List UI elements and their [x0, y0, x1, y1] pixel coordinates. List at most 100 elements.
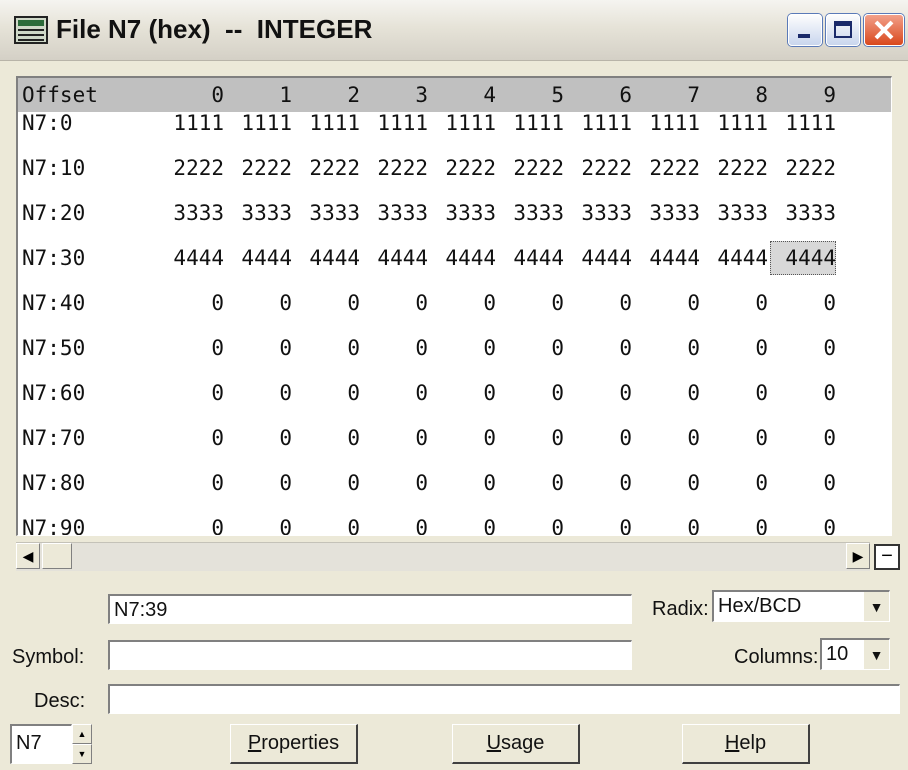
- data-cell[interactable]: 0: [634, 511, 700, 535]
- data-cell[interactable]: 0: [362, 376, 428, 410]
- data-cell[interactable]: 1111: [770, 106, 836, 140]
- data-cell[interactable]: 0: [498, 511, 564, 535]
- data-cell[interactable]: 0: [770, 331, 836, 365]
- data-cell[interactable]: 0: [430, 421, 496, 455]
- data-cell[interactable]: 3333: [498, 196, 564, 230]
- file-number-field[interactable]: N7: [10, 724, 72, 764]
- data-cell[interactable]: 0: [158, 331, 224, 365]
- data-cell[interactable]: 0: [770, 466, 836, 500]
- data-cell[interactable]: 1111: [634, 106, 700, 140]
- data-cell[interactable]: 3333: [566, 196, 632, 230]
- horizontal-scrollbar[interactable]: ◀ ▶: [16, 542, 870, 571]
- data-cell[interactable]: 0: [566, 466, 632, 500]
- data-cell[interactable]: 0: [634, 286, 700, 320]
- data-cell[interactable]: 0: [566, 376, 632, 410]
- data-cell[interactable]: 0: [430, 331, 496, 365]
- data-cell[interactable]: 0: [702, 376, 768, 410]
- data-cell[interactable]: 2222: [158, 151, 224, 185]
- data-cell[interactable]: 3333: [226, 196, 292, 230]
- scroll-thumb[interactable]: [42, 543, 72, 569]
- data-cell[interactable]: 3333: [770, 196, 836, 230]
- radix-select[interactable]: Hex/BCD ▼: [712, 590, 890, 622]
- data-cell[interactable]: 0: [498, 421, 564, 455]
- data-cell[interactable]: 0: [702, 466, 768, 500]
- radix-dropdown-icon[interactable]: ▼: [863, 592, 889, 621]
- data-cell[interactable]: 0: [294, 376, 360, 410]
- data-cell[interactable]: 2222: [294, 151, 360, 185]
- data-cell[interactable]: 0: [702, 421, 768, 455]
- data-cell[interactable]: 0: [294, 421, 360, 455]
- data-cell[interactable]: 0: [634, 466, 700, 500]
- maximize-button[interactable]: [826, 14, 860, 46]
- close-button[interactable]: [864, 14, 904, 46]
- selected-data-cell[interactable]: 4444: [770, 241, 836, 275]
- data-cell[interactable]: 0: [362, 511, 428, 535]
- data-cell[interactable]: 1111: [294, 106, 360, 140]
- data-cell[interactable]: 0: [498, 286, 564, 320]
- data-cell[interactable]: 2222: [430, 151, 496, 185]
- data-cell[interactable]: 2222: [498, 151, 564, 185]
- columns-select[interactable]: 10 ▼: [820, 638, 890, 670]
- data-cell[interactable]: 2222: [634, 151, 700, 185]
- data-cell[interactable]: 0: [566, 421, 632, 455]
- data-cell[interactable]: 0: [294, 466, 360, 500]
- data-cell[interactable]: 0: [566, 331, 632, 365]
- data-cell[interactable]: 1111: [702, 106, 768, 140]
- data-cell[interactable]: 0: [294, 331, 360, 365]
- data-cell[interactable]: 3333: [702, 196, 768, 230]
- data-cell[interactable]: 0: [362, 466, 428, 500]
- data-cell[interactable]: 3333: [634, 196, 700, 230]
- data-cell[interactable]: 2222: [362, 151, 428, 185]
- data-cell[interactable]: 1111: [226, 106, 292, 140]
- minimize-button[interactable]: [788, 14, 822, 46]
- data-cell[interactable]: 0: [158, 421, 224, 455]
- usage-button[interactable]: Usage: [452, 724, 580, 764]
- data-cell[interactable]: 2222: [566, 151, 632, 185]
- data-cell[interactable]: 3333: [362, 196, 428, 230]
- data-cell[interactable]: 0: [770, 511, 836, 535]
- file-spinner[interactable]: ▲ ▼: [72, 724, 92, 766]
- data-cell[interactable]: 0: [226, 511, 292, 535]
- data-cell[interactable]: 0: [566, 286, 632, 320]
- data-cell[interactable]: 4444: [430, 241, 496, 275]
- data-cell[interactable]: 0: [498, 376, 564, 410]
- data-cell[interactable]: 0: [430, 466, 496, 500]
- data-cell[interactable]: 0: [158, 466, 224, 500]
- data-cell[interactable]: 0: [158, 376, 224, 410]
- data-cell[interactable]: 0: [430, 511, 496, 535]
- data-cell[interactable]: 3333: [158, 196, 224, 230]
- data-cell[interactable]: 4444: [498, 241, 564, 275]
- data-cell[interactable]: 4444: [226, 241, 292, 275]
- data-cell[interactable]: 4444: [634, 241, 700, 275]
- data-cell[interactable]: 0: [362, 331, 428, 365]
- data-cell[interactable]: 0: [226, 376, 292, 410]
- data-cell[interactable]: 4444: [566, 241, 632, 275]
- spin-up-icon[interactable]: ▲: [72, 724, 92, 744]
- data-cell[interactable]: 4444: [294, 241, 360, 275]
- data-cell[interactable]: 0: [770, 286, 836, 320]
- symbol-field[interactable]: [108, 640, 632, 670]
- address-field[interactable]: N7:39: [108, 594, 632, 624]
- data-cell[interactable]: 0: [226, 331, 292, 365]
- data-cell[interactable]: 0: [702, 511, 768, 535]
- data-cell[interactable]: 1111: [158, 106, 224, 140]
- data-cell[interactable]: 0: [770, 421, 836, 455]
- scroll-left-button[interactable]: ◀: [16, 543, 40, 569]
- data-cell[interactable]: 2222: [226, 151, 292, 185]
- data-cell[interactable]: 0: [566, 511, 632, 535]
- properties-button[interactable]: Properties: [230, 724, 358, 764]
- data-cell[interactable]: 0: [634, 331, 700, 365]
- data-cell[interactable]: 3333: [430, 196, 496, 230]
- help-button[interactable]: Help: [682, 724, 810, 764]
- data-cell[interactable]: 0: [430, 376, 496, 410]
- data-cell[interactable]: 0: [362, 286, 428, 320]
- data-cell[interactable]: 0: [294, 511, 360, 535]
- data-cell[interactable]: 2222: [702, 151, 768, 185]
- data-cell[interactable]: 0: [226, 286, 292, 320]
- data-cell[interactable]: 4444: [702, 241, 768, 275]
- data-cell[interactable]: 2222: [770, 151, 836, 185]
- data-cell[interactable]: 1111: [498, 106, 564, 140]
- collapse-button[interactable]: −: [874, 544, 900, 570]
- data-cell[interactable]: 0: [498, 331, 564, 365]
- data-cell[interactable]: 4444: [362, 241, 428, 275]
